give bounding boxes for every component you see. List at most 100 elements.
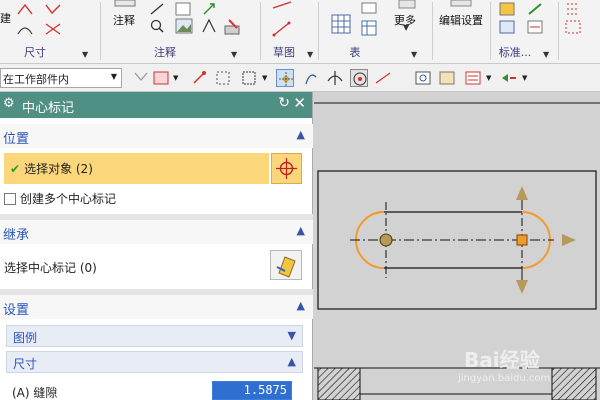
chevron-up-icon[interactable]: ▲ [297,128,305,141]
chevron-down-icon[interactable]: ▼ [403,23,409,32]
snap-point-icon[interactable] [190,69,208,87]
section-settings-title: 设置 [3,303,30,318]
ribbon-group-label: 标准... [498,46,532,59]
ribbon-group-sketch: 草图 ▼ [261,0,317,64]
annotation-button[interactable]: 注释 [113,12,135,28]
snap-center-icon[interactable] [350,69,368,87]
gap-value-field[interactable]: 1.5875 [212,381,292,400]
gear-icon[interactable]: ⚙ [3,96,15,111]
standard-tool-icon[interactable] [499,2,515,16]
section-inherit-title: 继承 [3,228,30,243]
tangent-icon[interactable] [374,69,392,87]
ribbon-group-standard: 标准... ▼ [491,0,557,64]
edit-settings-icon[interactable] [449,0,473,8]
section-position-title: 位置 [3,132,30,147]
chevron-down-icon[interactable]: ▼ [262,74,267,82]
chevron-down-icon: ▼ [110,72,117,81]
angular-dimension-icon[interactable] [16,2,34,16]
grid-icon[interactable] [565,2,581,16]
chevron-down-icon[interactable]: ▼ [522,74,527,82]
subsection-dimension-header[interactable]: 尺寸 ▲ [6,351,303,373]
watermark: Bai经验 jingyan.baidu.com [458,344,550,384]
chevron-down-icon[interactable]: ▼ [486,74,491,82]
chevron-up-icon[interactable]: ▲ [297,224,305,237]
weld-symbol-icon[interactable] [201,18,217,34]
selection-scope-dropdown[interactable]: 在工作部件内 ▼ [0,68,122,88]
reset-icon[interactable]: ↻ [278,95,290,111]
create-multiple-label: 创建多个中心标记 [20,192,117,206]
image-icon[interactable] [175,18,193,34]
ribbon-group-label: 表 [349,46,361,59]
ribbon-group-label: 尺寸 [24,46,46,59]
hatch-icon[interactable] [223,18,241,36]
chevron-up-icon[interactable]: ▲ [297,299,305,312]
selection-filter-icon[interactable] [152,69,170,87]
table-icon[interactable] [331,14,351,34]
standard-tool-icon[interactable] [527,2,543,16]
select-center-mark-label: 选择中心标记 (0) [4,261,97,275]
chevron-down-icon[interactable]: ▼ [173,74,178,82]
chevron-down-icon[interactable]: ▼ [543,50,549,59]
center-mark-dialog: ⚙ 中心标记 ↻ ✕ 位置 ▲ ✔ 选择对象 (2) 创建多个中心标记 继承 ▲ … [0,92,313,400]
chevron-up-icon[interactable]: ▲ [288,355,296,368]
table-note-icon[interactable] [361,20,377,36]
point-dialog-button[interactable] [271,153,302,184]
arc-length-dimension-icon[interactable] [44,22,62,36]
chevron-down-icon[interactable]: ▼ [288,329,296,342]
sketch-line-icon[interactable] [271,20,293,38]
selection-bar: 在工作部件内 ▼ ▼ ▼ ▼ ▼ [0,64,600,92]
selection-scope-value: 在工作部件内 [3,73,69,86]
snap-midpoint-icon[interactable] [276,69,294,87]
subsection-legend-header[interactable]: 图例 ▼ [6,325,303,347]
datum-feature-icon[interactable] [201,2,217,16]
check-icon: ✔ [10,162,21,176]
search-icon[interactable] [149,18,165,34]
thickness-dimension-icon[interactable] [16,22,34,36]
intersection-icon[interactable] [326,69,344,87]
feature-control-frame-icon[interactable] [149,2,165,16]
ribbon-group-dimension: 建 尺寸 ▼ [0,0,100,64]
edit-settings-button[interactable]: 编辑设置 [439,12,483,28]
grid-icon[interactable] [565,20,581,34]
section-settings-header[interactable]: 设置 ▲ [0,295,313,319]
close-icon[interactable]: ✕ [293,94,306,112]
section-inherit-header[interactable]: 继承 ▲ [0,220,313,244]
ribbon-cut-label: 建 [0,12,11,25]
gap-label: (A) 缝隙 [12,386,58,400]
select-object-row[interactable]: ✔ 选择对象 (2) [4,153,269,184]
ribbon-toolbar: 建 尺寸 ▼ 注释 注释 ▼ 草图 ▼ 更多 ▼ 表 ▼ 编辑设置 标准... … [0,0,600,64]
watermark-brand: Bai经验 [464,348,540,372]
curve-icon[interactable] [302,69,320,87]
dialog-title: 中心标记 [22,101,75,116]
display-mode-icon[interactable] [500,69,518,87]
annotation-icon[interactable] [113,0,137,8]
chevron-down-icon[interactable]: ▼ [411,50,417,59]
inherit-button[interactable] [270,250,302,280]
image-icon[interactable] [175,2,191,16]
create-multiple-row[interactable]: 创建多个中心标记 [4,190,116,207]
view-fit-icon[interactable] [414,69,432,87]
chevron-down-icon[interactable]: ▼ [82,50,88,59]
chevron-down-icon[interactable]: ▼ [231,50,237,59]
ribbon-group-edit-settings: 编辑设置 [433,0,489,64]
watermark-url: jingyan.baidu.com [458,373,551,384]
standard-tool-icon[interactable] [499,20,515,34]
section-position-header[interactable]: 位置 ▲ [0,124,313,148]
create-multiple-checkbox[interactable] [4,193,16,205]
view-icon[interactable] [438,69,456,87]
crosshair-icon [276,158,297,179]
standard-tool-icon[interactable] [527,20,543,34]
sketch-line-icon[interactable] [271,0,293,10]
select-rectangle-icon[interactable] [214,69,232,87]
layer-icon[interactable] [464,69,482,87]
filter-icon[interactable] [132,69,150,87]
more-icon[interactable] [397,0,417,10]
chevron-down-icon[interactable]: ▼ [307,50,313,59]
parts-list-icon[interactable] [361,2,377,14]
select-center-mark-row[interactable]: 选择中心标记 (0) [4,259,97,276]
ribbon-group-table: 更多 ▼ 表 ▼ [319,0,431,64]
ribbon-group-label: 注释 [154,46,176,59]
select-rectangle-icon[interactable] [240,69,258,87]
chamfer-dimension-icon[interactable] [44,2,62,16]
graphics-window[interactable]: Bai经验 jingyan.baidu.com [314,92,600,400]
